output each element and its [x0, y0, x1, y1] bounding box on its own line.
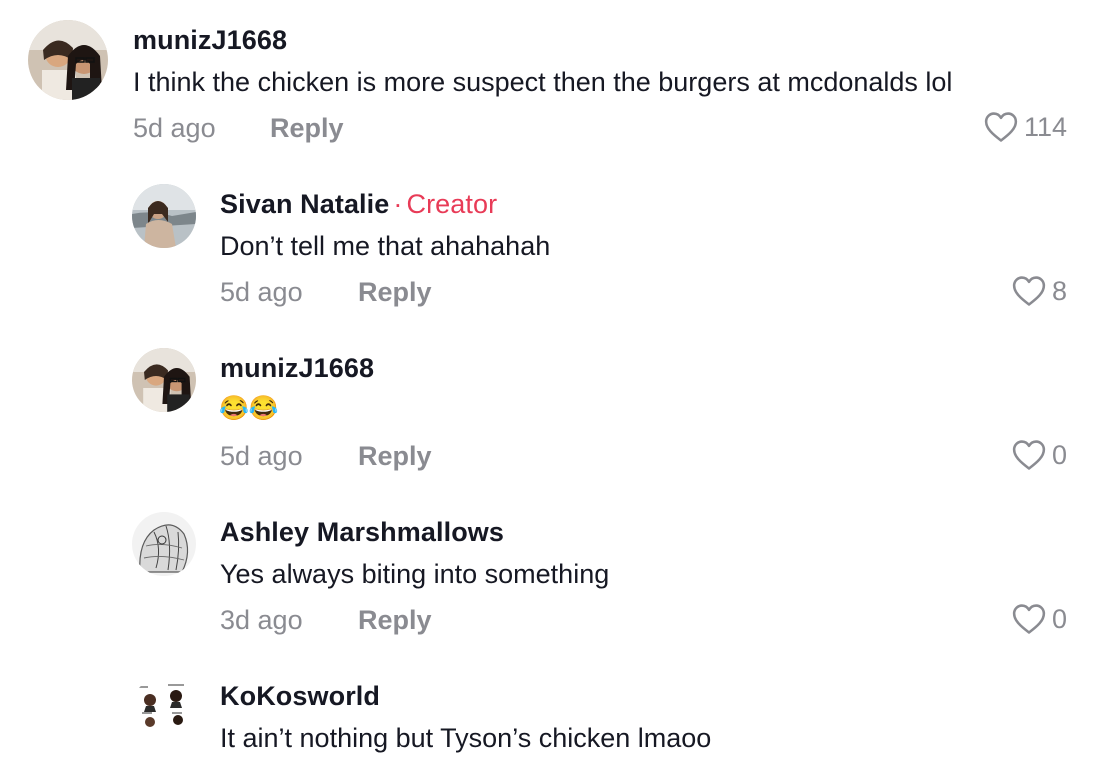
comment-text: Yes always biting into something — [220, 559, 610, 589]
like-button[interactable]: 8 — [1012, 275, 1067, 307]
comment-timestamp: 3d ago — [220, 605, 303, 635]
like-count: 114 — [1023, 111, 1067, 142]
avatar[interactable] — [132, 676, 196, 740]
heart-outline-icon — [1012, 276, 1046, 306]
comment-timestamp: 5d ago — [220, 441, 303, 471]
user-photo-icon — [132, 348, 196, 412]
user-photo-icon — [28, 20, 108, 100]
comment-timestamp: 5d ago — [133, 113, 216, 143]
comment-text: I think the chicken is more suspect then… — [133, 67, 953, 97]
avatar[interactable] — [132, 512, 196, 576]
reply-button[interactable]: Reply — [358, 605, 432, 636]
comment-text: It ain’t nothing but Tyson’s chicken lma… — [220, 723, 712, 753]
comment-username[interactable]: munizJ1668 — [133, 25, 287, 56]
like-count: 0 — [1051, 439, 1067, 470]
creator-separator: · — [393, 189, 403, 219]
reply-button[interactable]: Reply — [358, 441, 432, 472]
user-photo-icon — [132, 184, 196, 248]
like-button[interactable]: 114 — [984, 111, 1067, 143]
comment-text: Don’t tell me that ahahahah — [220, 231, 551, 261]
avatar[interactable] — [28, 20, 108, 100]
username-text[interactable]: Sivan Natalie — [220, 189, 389, 219]
creator-badge: Creator — [406, 189, 498, 219]
avatar[interactable] — [132, 348, 196, 412]
like-count: 8 — [1051, 275, 1067, 306]
comment-username[interactable]: KoKosworld — [220, 681, 380, 712]
avatar[interactable] — [132, 184, 196, 248]
comment-timestamp: 5d ago — [220, 277, 303, 307]
comment-username[interactable]: Sivan Natalie · Creator — [220, 189, 497, 220]
heart-outline-icon — [1012, 440, 1046, 470]
comment-username[interactable]: munizJ1668 — [220, 353, 374, 384]
user-photo-icon — [132, 676, 196, 740]
reply-button[interactable]: Reply — [358, 277, 432, 308]
comment-text: 😂😂 — [219, 395, 279, 422]
heart-outline-icon — [1012, 604, 1046, 634]
like-count: 0 — [1051, 603, 1067, 634]
like-button[interactable]: 0 — [1012, 439, 1067, 471]
like-button[interactable]: 0 — [1012, 603, 1067, 635]
reply-button[interactable]: Reply — [270, 113, 344, 144]
user-photo-icon — [132, 512, 196, 576]
comment-username[interactable]: Ashley Marshmallows — [220, 517, 504, 548]
heart-outline-icon — [984, 112, 1018, 142]
